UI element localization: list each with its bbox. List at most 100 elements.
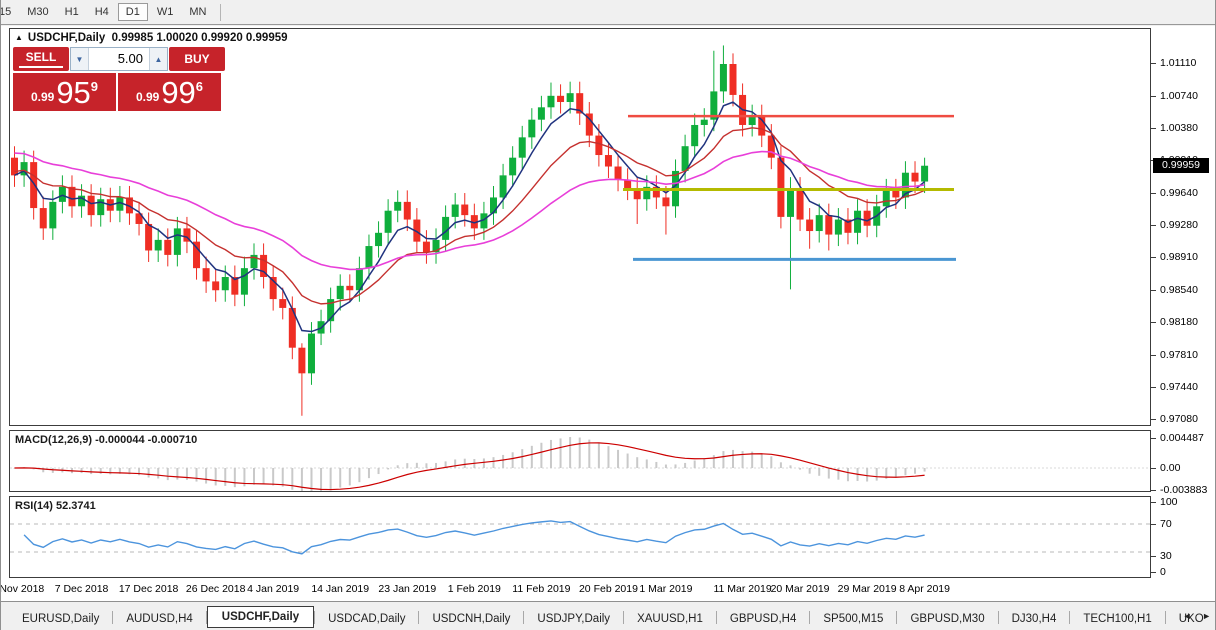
timeframe-button-h1[interactable]: H1 (58, 4, 86, 20)
date-axis-label: 7 Dec 2018 (55, 583, 109, 595)
tab-xauusd-h1[interactable]: XAUUSD,H1 (624, 610, 716, 628)
tab-usdchf-daily[interactable]: USDCHF,Daily (207, 606, 314, 628)
tab-gbpusd-m30[interactable]: GBPUSD,M30 (897, 610, 997, 628)
price-axis-label: 0.97810 (1160, 349, 1198, 361)
chart-ohlc-values: 0.99985 1.00020 0.99920 0.99959 (112, 32, 288, 44)
axis-tick (1151, 468, 1156, 469)
tab-dj30-h4[interactable]: DJ30,H4 (999, 610, 1070, 628)
rsi-axis-label: 70 (1160, 518, 1172, 530)
tab-usdjpy-daily[interactable]: USDJPY,Daily (524, 610, 623, 628)
date-axis-label: 11 Mar 2019 (713, 583, 771, 595)
axis-tick (1151, 96, 1156, 97)
price-axis-label: 1.01110 (1160, 57, 1196, 69)
date-axis-label: 20 Mar 2019 (771, 583, 830, 595)
timeframe-button-h4[interactable]: H4 (88, 4, 116, 20)
date-axis-label: 20 Feb 2019 (579, 583, 638, 595)
sell-button[interactable]: SELL (13, 47, 69, 71)
sell-price-big: 95 (56, 77, 90, 108)
tabs-scroll-right-button[interactable]: ► (1202, 611, 1211, 621)
buy-button[interactable]: BUY (169, 47, 225, 71)
axis-tick (1151, 225, 1156, 226)
sell-price-prefix: 0.99 (31, 90, 54, 104)
chart-window: ▲ USDCHF,Daily 0.99985 1.00020 0.99920 0.… (1, 26, 1216, 601)
date-axis-label: 8 Apr 2019 (899, 583, 950, 595)
price-axis: 0.99959 1.011101.007401.003801.000100.99… (1153, 26, 1216, 601)
macd-axis-label: 0.004487 (1160, 432, 1204, 444)
date-axis-label: 26 Dec 2018 (186, 583, 246, 595)
buy-price-big: 99 (161, 77, 195, 108)
date-axis-label: 28 Nov 2018 (0, 583, 44, 595)
volume-stepper: ▼ 5.00 ▲ (70, 47, 168, 71)
tab-eurusd-daily[interactable]: EURUSD,Daily (9, 610, 112, 628)
chart-title: ▲ USDCHF,Daily 0.99985 1.00020 0.99920 0.… (15, 32, 288, 44)
axis-tick (1151, 387, 1156, 388)
axis-tick (1151, 128, 1156, 129)
rsi-axis-label: 0 (1160, 566, 1166, 578)
volume-decrease-button[interactable]: ▼ (71, 48, 89, 70)
axis-tick (1151, 419, 1156, 420)
timeframe-button-m30[interactable]: M30 (20, 4, 55, 20)
axis-tick (1151, 556, 1156, 557)
tab-audusd-h4[interactable]: AUDUSD,H4 (113, 610, 205, 628)
volume-increase-button[interactable]: ▲ (149, 48, 167, 70)
price-axis-label: 0.97440 (1160, 381, 1198, 393)
date-axis-label: 14 Jan 2019 (311, 583, 369, 595)
axis-tick (1151, 502, 1156, 503)
buy-button-label: BUY (184, 52, 209, 66)
symbol-tab-bar: EURUSD,DailyAUDUSD,H4USDCHF,DailyUSDCAD,… (1, 601, 1216, 630)
price-axis-label: 1.00380 (1160, 122, 1198, 134)
price-axis-label: 0.98180 (1160, 316, 1198, 328)
date-axis-label: 23 Jan 2019 (378, 583, 436, 595)
tab-gbpusd-h4[interactable]: GBPUSD,H4 (717, 610, 809, 628)
volume-input[interactable]: 5.00 (89, 48, 149, 70)
axis-tick (1151, 290, 1156, 291)
chart-symbol-label: USDCHF,Daily (28, 32, 105, 44)
macd-axis-label: 0.00 (1160, 462, 1180, 474)
date-axis-label: 1 Mar 2019 (639, 583, 692, 595)
chart-expand-icon[interactable]: ▲ (15, 33, 23, 42)
date-axis-label: 17 Dec 2018 (119, 583, 179, 595)
timeframe-button-w1[interactable]: W1 (150, 4, 181, 20)
price-axis-label: 1.00740 (1160, 90, 1198, 102)
sell-price-pip: 9 (91, 79, 98, 94)
rsi-canvas[interactable] (10, 497, 1150, 577)
timeframe-button-mn[interactable]: MN (182, 4, 213, 20)
price-axis-label: 0.97080 (1160, 413, 1198, 425)
date-axis-label: 1 Feb 2019 (448, 583, 501, 595)
timeframe-toolbar: 15M30H1H4D1W1MN (1, 0, 1216, 25)
sell-button-label: SELL (26, 50, 57, 64)
rsi-axis-label: 30 (1160, 550, 1172, 562)
tab-sp500-m15[interactable]: SP500,M15 (810, 610, 896, 628)
rsi-axis-label: 100 (1160, 496, 1178, 508)
axis-tick (1151, 322, 1156, 323)
tab-tech100-h1[interactable]: TECH100,H1 (1070, 610, 1164, 628)
date-axis-label: 4 Jan 2019 (247, 583, 299, 595)
sell-quote-box[interactable]: 0.99 95 9 (13, 73, 116, 111)
axis-tick (1151, 438, 1156, 439)
buy-price-pip: 6 (196, 79, 203, 94)
axis-tick (1151, 524, 1156, 525)
date-axis: 28 Nov 20187 Dec 201817 Dec 201826 Dec 2… (9, 580, 1151, 601)
date-axis-label: 29 Mar 2019 (838, 583, 897, 595)
price-axis-label: 0.98540 (1160, 284, 1198, 296)
tab-usdcnh-daily[interactable]: USDCNH,Daily (419, 610, 523, 628)
tabs-scroll-left-button[interactable]: ◄ (1183, 611, 1192, 621)
axis-tick (1151, 63, 1156, 64)
current-price-badge: 0.99959 (1153, 158, 1209, 173)
timeframe-button-15[interactable]: 15 (0, 4, 18, 20)
sell-underline (19, 66, 63, 68)
toolbar-separator (220, 4, 221, 21)
axis-tick (1151, 490, 1156, 491)
axis-tick (1151, 572, 1156, 573)
tab-usdcad-daily[interactable]: USDCAD,Daily (315, 610, 418, 628)
rsi-pane[interactable] (9, 496, 1151, 578)
price-axis-label: 0.98910 (1160, 251, 1198, 263)
price-axis-label: 0.99640 (1160, 187, 1198, 199)
trading-terminal-window: 15M30H1H4D1W1MN ▲ USDCHF,Daily 0.99985 1.… (0, 0, 1216, 630)
timeframe-button-d1[interactable]: D1 (118, 3, 148, 21)
buy-quote-box[interactable]: 0.99 99 6 (118, 73, 221, 111)
axis-tick (1151, 257, 1156, 258)
axis-tick (1151, 193, 1156, 194)
date-axis-label: 11 Feb 2019 (512, 583, 570, 595)
macd-indicator-label: MACD(12,26,9) -0.000044 -0.000710 (15, 434, 197, 446)
